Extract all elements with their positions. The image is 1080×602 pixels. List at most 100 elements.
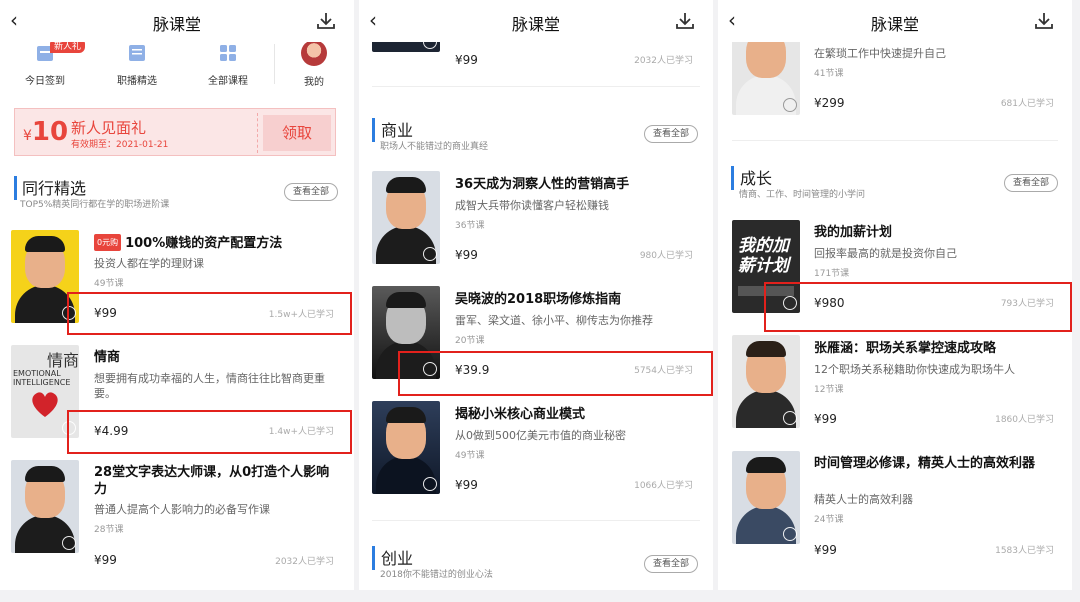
audio-icon [423,247,437,261]
audio-icon [783,411,797,425]
audio-icon [783,98,797,112]
nav-divider [274,44,275,84]
course-learners: 1860人已学习 [995,415,1054,425]
course-lessons: 12节课 [814,385,844,395]
highlight-box [764,282,1072,332]
course-cover[interactable] [372,401,440,494]
course-title[interactable]: 吴晓波的2018职场修炼指南 [455,291,621,308]
app-title: 脉课堂 [511,15,560,34]
section-accent-bar [731,166,734,190]
course-title[interactable]: 0元购 100%赚钱的资产配置方法 [94,234,282,252]
course-lessons: 28节课 [94,525,124,535]
phone-screen-1: ‹ 脉课堂 今日签到 新人礼 职播精选 全部课程 我的 ¥10 新人见面礼 有效… [0,0,354,590]
download-icon[interactable] [675,11,695,31]
section-title: 创业 [381,549,414,568]
section-subtitle: 职场人不能错过的商业真经 [380,142,489,152]
divider [372,86,700,87]
avatar[interactable] [301,40,327,66]
course-desc: 精英人士的高效利器 [814,493,913,506]
course-title[interactable]: 张雁涵：职场关系掌控速成攻略 [814,340,996,357]
app-title: 脉课堂 [152,15,201,34]
course-title[interactable]: 揭秘小米核心商业模式 [455,406,585,423]
course-cover[interactable] [732,451,800,544]
course-lessons: 49节课 [455,451,485,461]
download-icon[interactable] [316,11,336,31]
download-icon[interactable] [1034,11,1054,31]
course-learners: 681人已学习 [1000,99,1054,109]
highlight-box [398,351,713,396]
coupon-amount: ¥10 [23,117,69,147]
course-desc: 从0做到500亿美元市值的商业秘密 [455,429,626,442]
course-learners: 1066人已学习 [634,481,693,491]
view-all-button[interactable]: 查看全部 [284,183,338,201]
claim-coupon-button[interactable]: 领取 [263,115,331,151]
course-cover[interactable] [732,335,800,428]
section-title: 成长 [740,169,773,188]
coupon-title: 新人见面礼 [71,119,147,137]
highlight-box [67,410,352,454]
course-price: ¥99 [814,543,837,557]
view-all-button[interactable]: 查看全部 [644,125,698,143]
course-learners: 980人已学习 [639,251,693,261]
course-title[interactable]: 28堂文字表达大师课，从0打造个人影响力 [94,464,334,498]
course-title[interactable]: 时间管理必修课，精英人士的高效利器 [814,455,1054,472]
course-desc: 在繁琐工作中快速提升自己 [814,47,946,60]
divider [732,140,1058,141]
course-desc: 雷军、梁文道、徐小平、柳传志为你推荐 [455,314,653,327]
course-learners: 1583人已学习 [995,546,1054,556]
section-accent-bar [372,546,375,570]
section-accent-bar [14,176,17,200]
top-bar: ‹ 脉课堂 [359,0,713,42]
audio-icon [423,477,437,491]
course-price: ¥99 [455,478,478,492]
view-all-button[interactable]: 查看全部 [644,555,698,573]
top-bar: ‹ 脉课堂 [718,0,1072,42]
highlight-box [67,292,352,335]
coupon-expiry: 有效期至：2021-01-21 [71,140,169,150]
course-price: ¥99 [814,412,837,426]
view-all-button[interactable]: 查看全部 [1004,174,1058,192]
phone-screen-2: ‹ 脉课堂 ¥99 2032人已学习 商业 职场人不能错过的商业真经 查看全部 … [359,0,713,590]
coupon-divider [257,113,258,153]
nav-checkin-label: 今日签到 [25,76,65,87]
section-subtitle: 2018你不能错过的创业心法 [380,570,493,580]
course-lessons: 20节课 [455,336,485,346]
course-title[interactable]: 36天成为洞察人性的营销高手 [455,176,629,193]
section-subtitle: TOP5%精英同行都在学的职场进阶课 [20,200,170,210]
course-cover[interactable] [11,460,79,553]
free-badge: 0元购 [94,234,122,251]
course-desc: 普通人提高个人影响力的必备写作课 [94,503,270,516]
course-lessons: 41节课 [814,69,844,79]
new-user-coupon: ¥10 新人见面礼 有效期至：2021-01-21 领取 [14,108,336,156]
course-learners: 2032人已学习 [634,56,693,66]
nav-me-label: 我的 [304,77,324,88]
course-cover[interactable] [372,171,440,264]
divider [372,520,700,521]
grid-icon [220,45,236,61]
nav-me[interactable]: 我的 [279,73,349,88]
audio-icon [62,536,76,550]
nav-featured[interactable]: 职播精选 [102,42,172,87]
course-title[interactable]: 情商 [94,349,120,366]
course-price: ¥99 [455,248,478,262]
section-title: 商业 [381,121,414,140]
course-price: ¥99 [94,553,117,567]
phone-screen-3: ‹ 脉课堂 在繁琐工作中快速提升自己 41节课 ¥299 681人已学习 成长 … [718,0,1072,590]
audio-icon [783,527,797,541]
course-desc: 回报率最高的就是投资你自己 [814,247,957,260]
course-lessons: 49节课 [94,279,124,289]
section-title: 同行精选 [22,179,87,198]
nav-featured-label: 职播精选 [117,76,157,87]
course-desc: 成智大兵带你读懂客户轻松赚钱 [455,199,609,212]
course-price: ¥99 [455,53,478,67]
course-lessons: 36节课 [455,221,485,231]
course-lessons: 24节课 [814,515,844,525]
section-subtitle: 情商、工作、时间管理的小学问 [739,190,866,200]
course-price: ¥299 [814,96,845,110]
course-title[interactable]: 我的加薪计划 [814,224,892,241]
nav-all-courses-label: 全部课程 [208,76,248,87]
course-desc: 想要拥有成功幸福的人生，情商往往比智商更重要。 [94,372,325,400]
top-bar: ‹ 脉课堂 [0,0,354,42]
nav-all-courses[interactable]: 全部课程 [193,42,263,87]
book-icon [129,45,145,61]
